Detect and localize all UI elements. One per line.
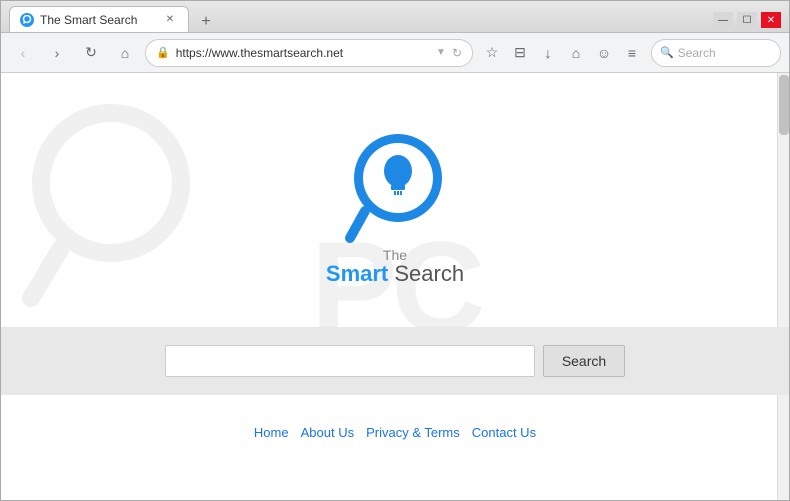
nav-icons: ☆ ⊟ ↓ ⌂ ☺ ≡	[479, 40, 645, 66]
watermark-magnifier-left	[21, 103, 221, 303]
tab-close-button[interactable]: ✕	[162, 12, 178, 28]
logo-search: Search	[394, 261, 464, 286]
browser-window: The Smart Search ✕ + — ☐ ✕ ‹ › ↻ ⌂ 🔒 htt…	[0, 0, 790, 501]
footer-home-link[interactable]: Home	[254, 425, 289, 440]
search-area: Search	[1, 327, 789, 395]
logo-text: The Smart Search	[326, 247, 464, 287]
refresh-button[interactable]: ↻	[77, 39, 105, 67]
smiley-button[interactable]: ☺	[591, 40, 617, 66]
lock-icon: 🔒	[156, 46, 170, 59]
footer-about-link[interactable]: About Us	[301, 425, 354, 440]
back-button[interactable]: ‹	[9, 39, 37, 67]
minimize-button[interactable]: —	[713, 12, 733, 28]
logo-smart: Smart	[326, 261, 388, 286]
menu-button[interactable]: ≡	[619, 40, 645, 66]
tab-favicon	[20, 13, 34, 27]
dropdown-arrow: ▼	[436, 47, 446, 58]
scrollbar[interactable]	[777, 73, 789, 500]
nav-bar: ‹ › ↻ ⌂ 🔒 https://www.thesmartsearch.net…	[1, 33, 789, 73]
browser-tab[interactable]: The Smart Search ✕	[9, 6, 189, 32]
new-tab-button[interactable]: +	[193, 12, 219, 32]
footer-privacy-link[interactable]: Privacy & Terms	[366, 425, 460, 440]
logo-area: The Smart Search	[326, 123, 464, 287]
scrollbar-thumb[interactable]	[779, 75, 789, 135]
footer-contact-link[interactable]: Contact Us	[472, 425, 536, 440]
download-button[interactable]: ↓	[535, 40, 561, 66]
bookmark-star-button[interactable]: ☆	[479, 40, 505, 66]
forward-button[interactable]: ›	[43, 39, 71, 67]
search-box: Search	[165, 345, 625, 377]
close-button[interactable]: ✕	[761, 12, 781, 28]
home-nav-button[interactable]: ⌂	[563, 40, 589, 66]
address-bar[interactable]: 🔒 https://www.thesmartsearch.net ▼ ↻	[145, 39, 473, 67]
search-input[interactable]	[165, 345, 535, 377]
search-button[interactable]: Search	[543, 345, 625, 377]
page-content: PC Th	[1, 73, 789, 500]
maximize-button[interactable]: ☐	[737, 12, 757, 28]
url-text: https://www.thesmartsearch.net	[176, 46, 430, 60]
mini-search-icon: 🔍	[660, 46, 674, 59]
reader-view-button[interactable]: ⊟	[507, 40, 533, 66]
title-bar: The Smart Search ✕ + — ☐ ✕	[1, 1, 789, 33]
mini-search-label: Search	[678, 46, 716, 60]
window-controls: — ☐ ✕	[713, 12, 781, 32]
footer: Home About Us Privacy & Terms Contact Us	[254, 425, 536, 440]
tab-title: The Smart Search	[40, 13, 156, 27]
home-button[interactable]: ⌂	[111, 39, 139, 67]
logo-icon	[340, 123, 450, 243]
mini-search-box[interactable]: 🔍 Search	[651, 39, 781, 67]
refresh-small-icon: ↻	[452, 46, 462, 60]
